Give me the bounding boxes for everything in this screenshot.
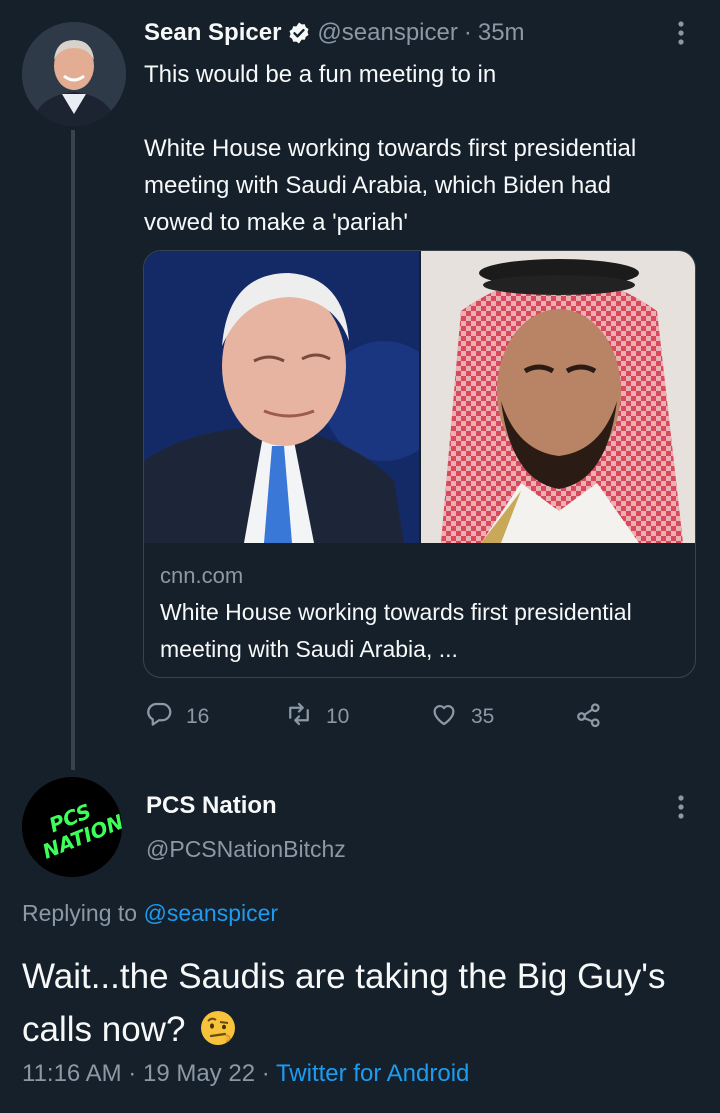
like-button[interactable]: 35 bbox=[429, 699, 574, 735]
reply-author-handle[interactable]: @PCSNationBitchz bbox=[146, 836, 346, 863]
reply-text-body: Wait...the Saudis are taking the Big Guy… bbox=[22, 957, 666, 1049]
card-image bbox=[144, 251, 695, 543]
card-domain: cnn.com bbox=[160, 563, 244, 588]
meta-separator-2: · bbox=[261, 1060, 270, 1087]
reply-count: 16 bbox=[186, 705, 210, 728]
reply-avatar[interactable]: PCS NATION bbox=[22, 777, 122, 877]
retweet-icon bbox=[284, 699, 314, 735]
like-icon bbox=[429, 699, 459, 735]
raised-eyebrow-emoji-icon bbox=[199, 1009, 237, 1062]
tweet-header: Sean Spicer @seanspicer · 35m bbox=[144, 16, 525, 50]
retweet-count: 10 bbox=[326, 705, 350, 728]
card-title: White House working towards first presid… bbox=[160, 599, 632, 662]
share-button[interactable] bbox=[574, 699, 604, 735]
meta-separator-1: · bbox=[128, 1060, 137, 1087]
tweet-source[interactable]: Twitter for Android bbox=[276, 1060, 469, 1087]
tweet-meta: 11:16 AM · 19 May 22 · Twitter for Andro… bbox=[22, 1060, 469, 1088]
author-name[interactable]: Sean Spicer bbox=[144, 19, 281, 47]
link-card[interactable]: cnn.com White House working towards firs… bbox=[143, 250, 696, 678]
thread-line bbox=[71, 130, 75, 770]
author-avatar[interactable] bbox=[22, 22, 126, 126]
avatar-photo bbox=[22, 22, 126, 126]
replying-to: Replying to @seanspicer bbox=[22, 900, 278, 927]
reply-more-icon[interactable] bbox=[674, 792, 688, 827]
replying-prefix: Replying to bbox=[22, 900, 138, 926]
reply-date: 19 May 22 bbox=[142, 1060, 256, 1087]
reply-icon bbox=[144, 699, 174, 735]
more-icon[interactable] bbox=[674, 18, 688, 52]
replying-mention[interactable]: @seanspicer bbox=[143, 900, 278, 926]
action-bar: 16 10 35 bbox=[144, 700, 624, 734]
retweet-button[interactable]: 10 bbox=[284, 699, 429, 735]
author-handle[interactable]: @seanspicer bbox=[317, 19, 457, 47]
share-icon bbox=[574, 699, 604, 735]
card-image-left bbox=[144, 251, 419, 543]
verified-icon bbox=[287, 21, 311, 45]
reply-author-name[interactable]: PCS Nation bbox=[146, 792, 277, 820]
reply-time: 11:16 AM bbox=[22, 1060, 122, 1087]
reply-text: Wait...the Saudis are taking the Big Guy… bbox=[22, 950, 702, 1062]
pcs-nation-logo: PCS NATION bbox=[22, 777, 122, 877]
like-count: 35 bbox=[471, 705, 495, 728]
tweet-time[interactable]: 35m bbox=[478, 19, 525, 47]
reply-button[interactable]: 16 bbox=[144, 699, 284, 735]
tweet-text: This would be a fun meeting to in White … bbox=[144, 61, 637, 236]
card-image-right bbox=[421, 251, 695, 543]
separator: · bbox=[463, 19, 472, 46]
